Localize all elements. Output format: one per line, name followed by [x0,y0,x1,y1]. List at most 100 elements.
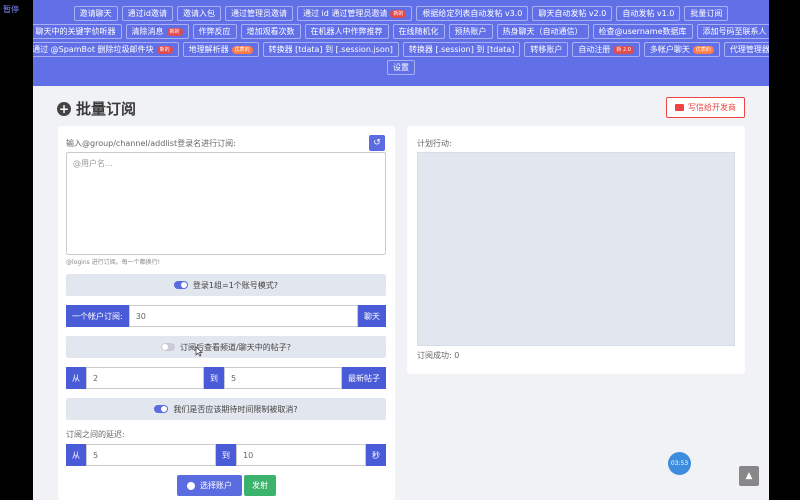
toggle-wait-limit[interactable]: 我们是否应该期待时间限制被取消? [66,398,386,420]
nav-button-label: 清除消息 [131,26,164,36]
nav-button-label: 转换器 [tdata] 到 [.session.json] [268,44,393,54]
nav-button[interactable]: 通过 id 通过管理员邀请 新的 [296,6,413,21]
email-developer-label: 写信给开发商 [688,103,736,112]
nav-button[interactable]: 通过id邀请 [121,6,173,21]
delay-suffix: 秒 [366,444,386,466]
toggle-view-posts[interactable]: 订阅后查看频道/聊天中的帖子? [66,336,386,358]
nav-badge: 新的 [156,45,173,54]
nav-button[interactable]: 设置 [387,60,415,75]
nav-button[interactable]: 清除消息 新的 [125,24,189,39]
nav-button-label: 根据给定列表自动发帖 v3.0 [422,8,523,18]
posts-from-input[interactable]: 2 [86,367,204,389]
delay-to-label: 到 [216,444,236,466]
scroll-top-button[interactable]: ▲ [739,466,759,486]
app-window: 邀请聊天 通过id邀请 邀请入包 通过管理员邀请 通过 id 通过管理员邀请 新的 根据给定… [33,0,769,500]
nav-button[interactable]: 地理解析器 优质的 [182,42,259,57]
toggle-wait-limit-label: 我们是否应该期待时间限制被取消? [173,404,298,414]
toggle-switch-off-icon[interactable] [161,343,176,351]
delay-from-label: 从 [66,444,86,466]
nav-button[interactable]: 根据给定列表自动发帖 v3.0 [416,6,529,21]
input-hint: @logins 进行订阅。每一个都换行! [66,259,161,266]
nav-button-label: 在线随机化 [398,26,439,36]
nav-badge: 新的 [390,9,407,18]
nav-badge: 优质的 [692,45,714,54]
nav-button-label: 通过管理员邀请 [230,8,287,18]
nav-button-label: 地理解析器 [188,44,229,54]
page-title-text: 批量订阅 [76,100,137,118]
posts-range-group: 从 2 到 5 最新帖子 [66,367,386,389]
nav-button-label: 检查@username数据库 [598,26,687,36]
nav-button-label: 设置 [393,62,409,72]
delay-to-input[interactable]: 10 [236,444,366,466]
posts-to-input[interactable]: 5 [224,367,342,389]
nav-button[interactable]: 自动发帖 v1.0 [616,6,681,21]
nav-button[interactable]: 多帐户聊天 优质的 [643,42,720,57]
delay-from-input[interactable]: 5 [86,444,216,466]
nav-button-label: 聊天自动发帖 v2.0 [538,8,607,18]
nav-button[interactable]: 自动注册新 2.0 [572,42,640,57]
posts-suffix: 最新帖子 [342,367,386,389]
mail-icon [675,104,684,111]
mouse-cursor-icon [195,346,203,357]
nav-button-label: 转移账户 [530,44,563,54]
nav-button[interactable]: 批量订阅 [684,6,729,21]
nav-button-label: 增加观看次数 [246,26,295,36]
nav-button-label: 作弊反应 [198,26,231,36]
per-account-input[interactable]: 30 [128,305,358,327]
select-accounts-button[interactable]: 选择账户 [177,475,242,496]
nav-button[interactable]: 邀请聊天 [73,6,118,21]
delay-range-group: 从 5 到 10 秒 [66,444,386,466]
user-icon [187,481,195,490]
nav-button[interactable]: 在线随机化 [392,24,445,39]
nav-button[interactable]: 添加号码至联系人 [696,24,769,39]
nav-button[interactable]: 通过 @SpamBot 删除垃圾邮件块 新的 [33,42,179,57]
nav-badge: 新的 [166,27,183,36]
reset-button[interactable]: ↺ [369,135,385,151]
toggle-group-mode[interactable]: 登录1组=1个账号模式? [66,274,386,296]
nav-button-label: 热身聊天（自动通信） [502,26,583,36]
nav-button[interactable]: 转换器 [.session] 到 [tdata] [402,42,521,57]
posts-to-label: 到 [204,367,224,389]
top-nav: 邀请聊天 通过id邀请 邀请入包 通过管理员邀请 通过 id 通过管理员邀请 新的 根据给定… [33,0,769,86]
nav-button-label: 预热账户 [454,26,487,36]
nav-button[interactable]: 检查@username数据库 [592,24,693,39]
nav-button-label: 批量订阅 [690,8,723,18]
per-account-label: 一个帐户订阅: [66,305,129,327]
nav-row-1: 邀请聊天 通过id邀请 邀请入包 通过管理员邀请 通过 id 通过管理员邀请 新的 根据给定… [41,6,761,21]
nav-button[interactable]: 转移账户 [524,42,569,57]
clock-badge: 03:53 [668,452,691,475]
nav-button-label: 邀请入包 [182,8,215,18]
toggle-switch-icon[interactable] [154,405,169,413]
nav-badge: 新 2.0 [613,45,634,54]
nav-button-label: 邀请聊天 [79,8,112,18]
nav-button-label: 代理管理器 [729,44,769,54]
nav-button[interactable]: 在机器人中作弊推荐 [304,24,389,39]
nav-button[interactable]: 邀请入包 [176,6,221,21]
email-developer-button[interactable]: 写信给开发商 [666,97,745,118]
planned-actions-card: 计划行动: 订阅成功: 0 [407,126,745,374]
nav-button[interactable]: 增加观看次数 [240,24,301,39]
nav-button[interactable]: 热身聊天（自动通信） [496,24,589,39]
nav-button-label: 转换器 [.session] 到 [tdata] [408,44,515,54]
nav-button[interactable]: 代理管理器 [723,42,769,57]
input-label: 输入@group/channel/addlist登录名进行订阅: [66,139,236,148]
action-buttons: 选择账户 发射 [177,475,276,496]
planned-actions-box [417,152,735,346]
nav-button[interactable]: 聊天中的关键字侦听器 [33,24,122,39]
nav-button-label: 添加号码至联系人 [702,26,767,36]
toggle-group-mode-label: 登录1组=1个账号模式? [192,280,279,290]
nav-row-2: 聊天中的关键字侦听器 清除消息 新的 作弊反应 增加观看次数 在机器人中作弊推荐 在线随机化… [33,24,769,39]
nav-button[interactable]: 预热账户 [448,24,493,39]
nav-button[interactable]: 通过管理员邀请 [224,6,293,21]
nav-button[interactable]: 作弊反应 [192,24,237,39]
per-account-group: 一个帐户订阅: 30 聊天 [66,305,386,327]
nav-button-label: 通过 id 通过管理员邀请 [302,8,388,18]
nav-button-label: 通过id邀请 [127,8,167,18]
toggle-switch-icon[interactable] [173,281,188,289]
nav-button[interactable]: 转换器 [tdata] 到 [.session.json] [262,42,399,57]
usernames-textarea[interactable]: @用户名... [66,152,386,255]
nav-button[interactable]: 聊天自动发帖 v2.0 [532,6,613,21]
title-row: + 批量订阅 写信给开发商 [57,97,745,118]
nav-button-label: 自动发帖 v1.0 [622,8,675,18]
launch-button[interactable]: 发射 [244,475,276,496]
